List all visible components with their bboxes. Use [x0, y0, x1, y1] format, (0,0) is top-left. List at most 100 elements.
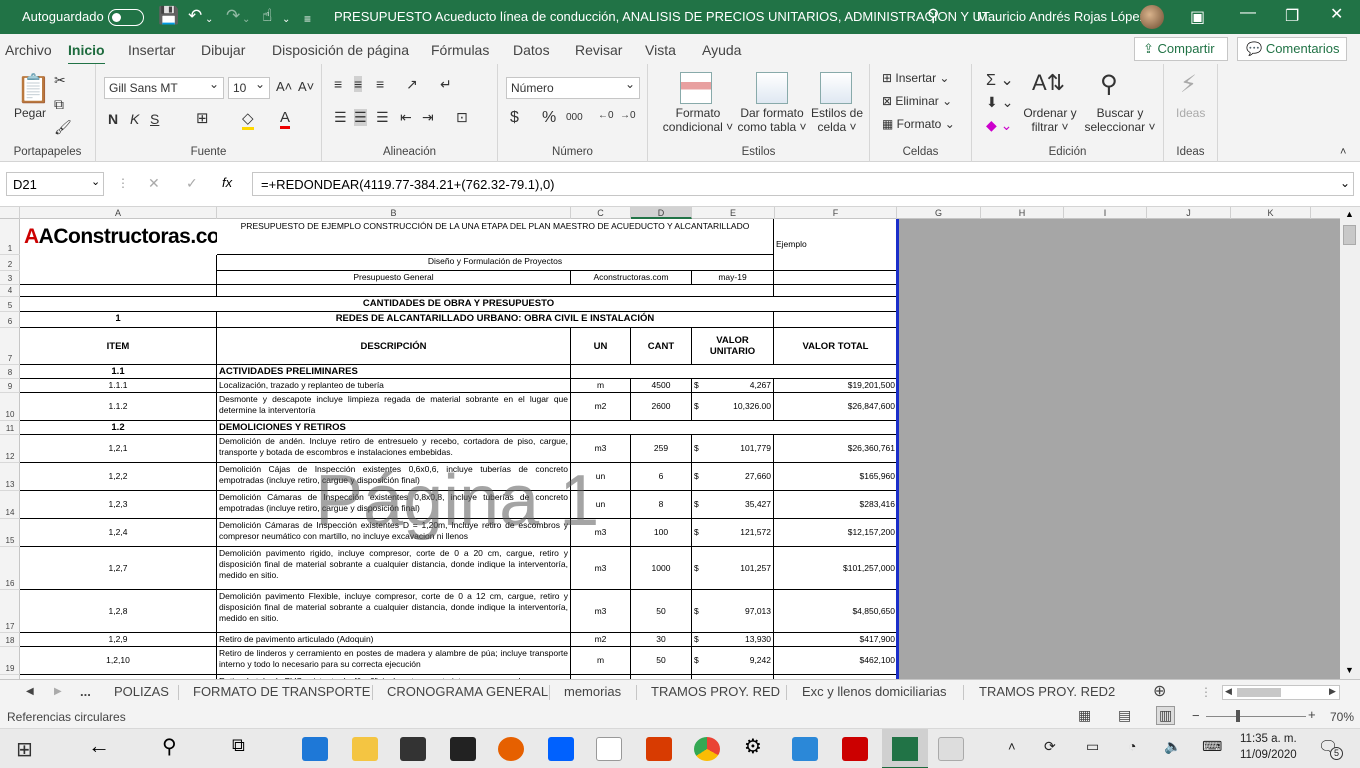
item-unit[interactable]: m3 — [571, 519, 631, 547]
sheet-tab-polizas[interactable]: POLIZAS — [114, 684, 169, 699]
font-shrink-icon[interactable]: A˅ — [298, 79, 314, 94]
item-unit[interactable]: un — [571, 463, 631, 491]
search-icon[interactable]: ⚲ — [162, 734, 188, 758]
redo-icon[interactable]: ↷ — [226, 6, 240, 26]
tab-revisar[interactable]: Revisar — [575, 42, 622, 58]
item-description[interactable]: Demolición pavimento Flexible, incluye c… — [217, 590, 571, 633]
touch-mode-icon[interactable]: ☝ — [262, 6, 272, 26]
row-header[interactable]: 18 — [0, 633, 20, 647]
close-icon[interactable]: ✕ — [1330, 4, 1343, 24]
col-header-b[interactable]: B — [217, 207, 571, 219]
item-unit-value[interactable]: $4,267 — [692, 379, 774, 393]
item-quantity[interactable]: 100 — [631, 519, 692, 547]
autosave-toggle[interactable] — [108, 9, 144, 26]
h-scroll-thumb[interactable] — [1237, 688, 1281, 697]
cancel-icon[interactable]: ✕ — [148, 175, 160, 192]
find-select-icon[interactable]: ⚲ — [1100, 70, 1118, 99]
item-quantity[interactable]: 4500 — [631, 379, 692, 393]
item-description[interactable]: Localización, trazado y replanteo de tub… — [217, 379, 571, 393]
item-code[interactable]: 1,2,9 — [20, 633, 217, 647]
restore-icon[interactable]: ❐ — [1285, 6, 1299, 26]
font-size-select[interactable]: 10 — [228, 77, 270, 99]
zoom-slider-thumb[interactable] — [1236, 710, 1240, 722]
italic-icon[interactable]: K — [130, 111, 139, 127]
excel-taskbar-button[interactable] — [882, 729, 928, 768]
format-cells-button[interactable]: ▦ Formato ⌄ — [882, 117, 955, 131]
zoom-slider[interactable] — [1206, 716, 1306, 717]
increase-indent-icon[interactable]: ⇥ — [422, 109, 434, 126]
formula-input[interactable]: =+REDONDEAR(4119.77-384.21+(762.32-79.1)… — [252, 172, 1354, 196]
app-icon[interactable] — [842, 737, 868, 761]
item-code[interactable]: 1,2,1 — [20, 435, 217, 463]
item-unit[interactable]: m3 — [571, 590, 631, 633]
col-header-j[interactable]: J — [1147, 207, 1231, 219]
item-unit[interactable]: m3 — [571, 547, 631, 590]
thousands-icon[interactable]: 000 — [566, 112, 583, 123]
align-middle-icon[interactable]: ≡ — [354, 76, 363, 92]
item-total[interactable]: $19,201,500 — [774, 379, 897, 393]
more-sheets-button[interactable]: ... — [80, 684, 91, 699]
sheet-tab-cronograma[interactable]: CRONOGRAMA GENERAL — [387, 684, 548, 699]
currency-icon[interactable]: $ — [510, 109, 519, 127]
tab-dibujar[interactable]: Dibujar — [201, 42, 245, 58]
item-unit[interactable]: m2 — [571, 393, 631, 421]
next-sheet-icon[interactable]: ▶ — [54, 686, 62, 697]
clock-time[interactable]: 11:35 a. m. — [1240, 733, 1297, 745]
font-name-select[interactable]: Gill Sans MT — [104, 77, 224, 99]
zoom-in-icon[interactable]: + — [1308, 707, 1316, 722]
orientation-icon[interactable]: ↗ — [406, 76, 418, 93]
col-header-i[interactable]: I — [1064, 207, 1147, 219]
item-code[interactable]: 1,2,8 — [20, 590, 217, 633]
avatar[interactable] — [1140, 5, 1164, 29]
ribbon-display-icon[interactable]: ▣ — [1190, 7, 1205, 27]
paste-icon[interactable]: 📋 — [16, 72, 51, 105]
item-quantity[interactable]: 8 — [631, 491, 692, 519]
tab-formulas[interactable]: Fórmulas — [431, 42, 489, 58]
item-total[interactable]: $12,157,200 — [774, 519, 897, 547]
cut-icon[interactable]: ✂ — [54, 72, 66, 89]
row-header[interactable]: 16 — [0, 547, 20, 590]
item-total[interactable]: $26,360,761 — [774, 435, 897, 463]
conditional-format-button[interactable]: Formato condicional ˅ — [658, 106, 738, 134]
tab-datos[interactable]: Datos — [513, 42, 550, 58]
col-header-e[interactable]: E — [692, 207, 775, 219]
bold-icon[interactable]: N — [108, 111, 118, 127]
name-box-dropdown-icon[interactable]: ⌄ — [91, 175, 100, 188]
item-unit-value[interactable]: $97,013 — [692, 590, 774, 633]
clear-icon[interactable]: ◆ ⌄ — [986, 117, 1012, 134]
tab-vista[interactable]: Vista — [645, 42, 676, 58]
delete-cells-button[interactable]: ⊠ Eliminar ⌄ — [882, 94, 952, 108]
item-code[interactable]: 1,2,2 — [20, 463, 217, 491]
item-total[interactable]: $417,900 — [774, 633, 897, 647]
item-code[interactable]: 1,2,10 — [20, 647, 217, 675]
col-header-d[interactable]: D — [631, 207, 692, 219]
tab-inicio[interactable]: Inicio — [68, 42, 105, 66]
item-total[interactable]: $26,847,600 — [774, 393, 897, 421]
percent-icon[interactable]: % — [542, 109, 556, 127]
clock-date[interactable]: 11/09/2020 — [1240, 749, 1297, 761]
merge-center-icon[interactable]: ⊡ — [456, 109, 468, 126]
item-description[interactable]: Demolición Cámaras de Inspección existen… — [217, 491, 571, 519]
item-description[interactable]: Demolición Cájas de Inspección existente… — [217, 463, 571, 491]
sort-filter-icon[interactable]: A⇅ — [1032, 70, 1065, 96]
format-table-button[interactable]: Dar formato como tabla ˅ — [734, 106, 810, 134]
find-select-button[interactable]: Buscar y seleccionar ˅ — [1080, 106, 1160, 134]
control-panel-icon[interactable] — [792, 737, 818, 761]
mail-icon[interactable] — [450, 737, 476, 761]
col-header-a[interactable]: A — [20, 207, 217, 219]
sheet-tab-tramos-red[interactable]: TRAMOS PROY. RED — [651, 684, 780, 699]
sheet-tab-exc-llenos[interactable]: Exc y llenos domiciliarias — [802, 684, 947, 699]
task-view-icon[interactable]: ⧉ — [232, 735, 258, 759]
col-header-h[interactable]: H — [981, 207, 1064, 219]
item-description[interactable]: Retiro de linderos y cerramiento en post… — [217, 647, 571, 675]
cell-styles-icon[interactable] — [820, 72, 852, 104]
prev-sheet-icon[interactable]: ◀ — [26, 686, 34, 697]
comments-button[interactable]: 💬 Comentarios — [1237, 37, 1347, 61]
copy-icon[interactable]: ⧉ — [54, 96, 64, 113]
row-header[interactable]: 12 — [0, 435, 20, 463]
item-quantity[interactable]: 30 — [631, 633, 692, 647]
scroll-up-icon[interactable]: ▲ — [1345, 209, 1354, 219]
item-unit[interactable]: m — [571, 379, 631, 393]
row-header[interactable]: 7 — [0, 328, 20, 365]
row-header[interactable]: 13 — [0, 463, 20, 491]
